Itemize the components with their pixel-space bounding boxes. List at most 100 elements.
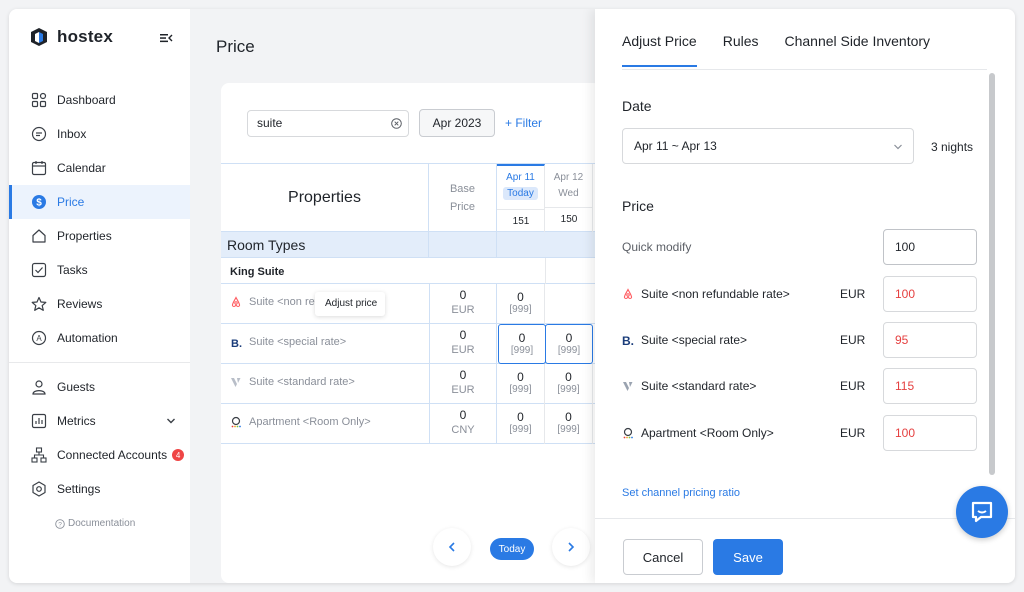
logo[interactable]: hostex — [29, 27, 113, 47]
chat-support-button[interactable] — [956, 486, 1008, 538]
column-divider — [428, 232, 429, 258]
documentation-link[interactable]: ? Documentation — [55, 518, 135, 529]
nav-divider — [9, 362, 190, 363]
listing-name[interactable]: Apartment <Room Only> — [230, 416, 371, 428]
listing-label: Apartment <Room Only> — [249, 416, 371, 428]
inbox-icon — [31, 126, 47, 142]
table-row: B. Suite <special rate> 0 EUR 0 [999] 0 … — [221, 324, 601, 364]
rate-row: Suite <non refundable rate> EUR 100 — [622, 276, 977, 312]
price-cell-selected[interactable]: 0 [999] — [498, 324, 546, 364]
rate-label: Suite <special rate> — [641, 333, 748, 347]
svg-text:$: $ — [36, 198, 42, 209]
sidebar-item-tasks[interactable]: Tasks — [9, 253, 190, 287]
rate-name: Suite <non refundable rate> — [622, 287, 790, 301]
previous-button[interactable] — [433, 528, 471, 566]
price-cell[interactable]: 0 [999] — [497, 364, 545, 404]
price-section-title: Price — [622, 198, 654, 214]
collapse-menu-icon[interactable] — [159, 31, 173, 45]
cell-inventory: [999] — [509, 424, 532, 435]
sidebar-item-inbox[interactable]: Inbox — [9, 117, 190, 151]
rate-price-input[interactable]: 115 — [883, 368, 977, 404]
price-cell-selected[interactable]: 0 [999] — [545, 324, 593, 364]
date-range-select[interactable]: Apr 11 ~ Apr 13 — [622, 128, 914, 164]
price-cell[interactable]: 0 [999] — [497, 284, 545, 324]
price-cell[interactable]: 0 [999] — [497, 404, 545, 444]
help-icon: ? — [55, 518, 65, 529]
base-price-cell[interactable]: 0 EUR — [429, 284, 497, 324]
listing-label: Suite <standard rate> — [249, 376, 355, 388]
price-cell[interactable]: 0 [999] — [545, 364, 593, 404]
filter-link[interactable]: + Filter — [505, 116, 542, 130]
rate-price-input[interactable]: 100 — [883, 276, 977, 312]
sidebar-item-label: Settings — [57, 482, 101, 496]
notification-badge: 4 — [172, 449, 185, 461]
automation-icon: A — [31, 330, 47, 346]
cancel-button[interactable]: Cancel — [623, 539, 703, 575]
table-row: Suite <standard rate> 0 EUR 0 [999] 0 [9… — [221, 364, 601, 404]
app-window: hostex Dashboard Inbox Calendar $ Price … — [9, 9, 1015, 583]
rate-price-input[interactable]: 95 — [883, 322, 977, 358]
day-date: Apr 12 — [553, 172, 584, 183]
day-date: Apr 11 — [506, 172, 535, 183]
adjust-price-tooltip[interactable]: Adjust price — [315, 292, 385, 316]
sidebar-item-settings[interactable]: Settings — [9, 472, 190, 506]
search-input[interactable]: suite — [247, 110, 409, 137]
sidebar-item-automation[interactable]: A Automation — [9, 321, 190, 355]
cell-price: 0 — [565, 331, 573, 345]
listing-label: Suite <special rate> — [249, 336, 347, 348]
dollar-icon: $ — [31, 194, 47, 210]
quick-modify-input[interactable]: 100 — [883, 229, 977, 265]
sidebar-item-price[interactable]: $ Price — [9, 185, 190, 219]
quick-modify-label: Quick modify — [622, 240, 692, 254]
panel-tabs: Adjust Price Rules Channel Side Inventor… — [622, 33, 956, 67]
table-row: Suite <non refundable rate> 0 EUR 0 [999… — [221, 284, 601, 324]
base-price-cell[interactable]: 0 CNY — [429, 404, 497, 444]
clear-search-icon[interactable] — [391, 118, 402, 129]
footer-divider — [595, 518, 1015, 519]
base-price-value: 0 — [459, 408, 467, 422]
tab-adjust-price[interactable]: Adjust Price — [622, 33, 697, 67]
sidebar-item-reviews[interactable]: Reviews — [9, 287, 190, 321]
sidebar-item-connected-accounts[interactable]: Connected Accounts 4 — [9, 438, 190, 472]
agoda-icon — [231, 416, 241, 428]
save-button[interactable]: Save — [713, 539, 783, 575]
base-price-currency: EUR — [451, 344, 475, 356]
day-column-header[interactable]: Apr 11 Today 151 — [497, 164, 545, 232]
base-price-value: 0 — [459, 328, 467, 342]
main-nav: Dashboard Inbox Calendar $ Price Propert… — [9, 83, 190, 506]
vrbo-icon — [623, 382, 633, 391]
panel-scrollbar[interactable] — [989, 73, 995, 475]
chat-icon — [971, 501, 993, 523]
chevron-down-icon[interactable] — [893, 142, 903, 152]
chart-icon — [31, 413, 47, 429]
sidebar-item-label: Price — [57, 195, 85, 209]
channel-pricing-ratio-link[interactable]: Set channel pricing ratio — [622, 487, 740, 499]
sidebar-item-calendar[interactable]: Calendar — [9, 151, 190, 185]
sidebar-item-dashboard[interactable]: Dashboard — [9, 83, 190, 117]
base-price-cell[interactable]: 0 EUR — [429, 364, 497, 404]
chevron-down-icon[interactable] — [166, 416, 176, 426]
sidebar-item-guests[interactable]: Guests — [9, 370, 190, 404]
next-button[interactable] — [552, 528, 590, 566]
sidebar-item-metrics[interactable]: Metrics — [9, 404, 190, 438]
month-picker-button[interactable]: Apr 2023 — [419, 109, 495, 137]
airbnb-icon — [231, 296, 241, 308]
rate-currency: EUR — [840, 287, 866, 301]
group-row: King Suite — [221, 258, 601, 284]
rate-name: Suite <standard rate> — [622, 379, 756, 393]
tab-rules[interactable]: Rules — [723, 33, 759, 67]
listing-name[interactable]: Suite <standard rate> — [230, 376, 355, 388]
base-price-cell[interactable]: 0 EUR — [429, 324, 497, 364]
price-cell[interactable]: 0 [999] — [545, 404, 593, 444]
day-column-header[interactable]: Apr 12 Wed 150 — [545, 164, 593, 232]
sidebar-item-properties[interactable]: Properties — [9, 219, 190, 253]
sidebar-item-label: Metrics — [57, 414, 96, 428]
rate-label: Apartment <Room Only> — [641, 426, 774, 440]
rate-price-input[interactable]: 100 — [883, 415, 977, 451]
tab-channel-side-inventory[interactable]: Channel Side Inventory — [785, 33, 931, 67]
today-button[interactable]: Today — [490, 538, 534, 560]
home-icon — [31, 228, 47, 244]
listing-name[interactable]: B. Suite <special rate> — [230, 336, 346, 348]
rate-row: Apartment <Room Only> EUR 100 — [622, 415, 977, 451]
date-section-title: Date — [622, 98, 652, 114]
